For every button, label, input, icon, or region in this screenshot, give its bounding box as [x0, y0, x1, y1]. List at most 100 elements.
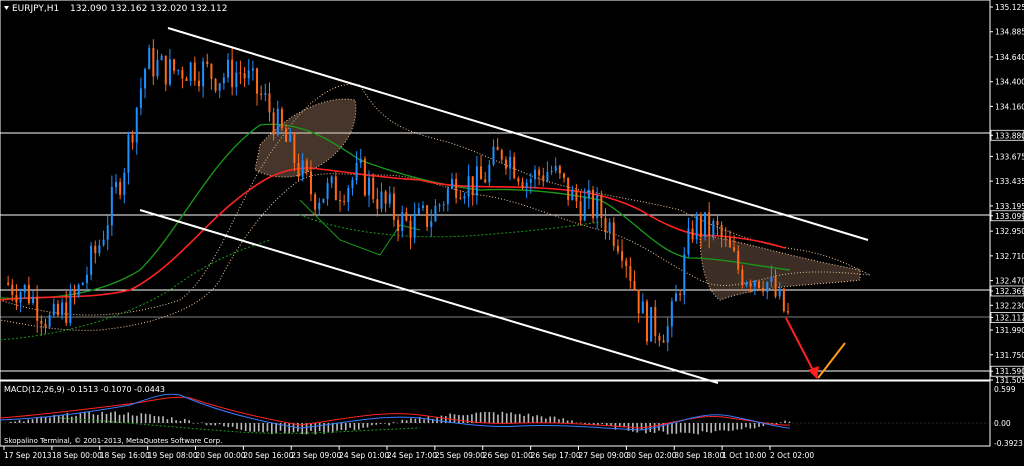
candle [455, 173, 457, 204]
macd-bar [541, 416, 543, 423]
macd-bar [275, 423, 277, 433]
price-tick-label: 132.369 [995, 287, 1024, 296]
macd-bar [32, 419, 34, 423]
candle [235, 61, 237, 95]
price-tick: 134.885 [990, 28, 1024, 37]
candle [24, 284, 26, 298]
candle [7, 276, 9, 286]
macd-bar [267, 423, 269, 431]
projection-up-arrow [818, 343, 845, 378]
candle [555, 157, 557, 173]
candle [650, 307, 652, 342]
macd-bar [49, 417, 51, 423]
time-tick: 17 Sep 2013 [4, 446, 52, 460]
dropdown-arrow-icon[interactable] [4, 6, 9, 10]
candle [787, 303, 789, 315]
macd-bar [236, 423, 238, 429]
price-tick-label: 131.990 [995, 326, 1024, 335]
candle [107, 216, 109, 250]
candle [600, 191, 602, 228]
time-axis[interactable]: 17 Sep 201318 Sep 00:0018 Sep 16:0019 Se… [4, 446, 814, 460]
candle [268, 82, 270, 121]
candle [44, 319, 46, 334]
macd-bar [93, 414, 95, 423]
candle [322, 199, 324, 204]
candle [227, 53, 229, 82]
candle [376, 188, 378, 217]
macd-bar [58, 415, 60, 423]
macd-bar [262, 423, 264, 432]
price-tick-label: 133.195 [995, 202, 1024, 211]
candle [86, 266, 88, 290]
macd-bar [375, 423, 377, 425]
candle [443, 201, 445, 211]
price-tick: 134.640 [990, 53, 1024, 62]
macd-panel: MACD(12,26,9) -0.1513 -0.1070 -0.0443 0.… [0, 385, 1023, 448]
macd-bar [19, 420, 21, 423]
candle [165, 55, 167, 91]
macd-bar [184, 419, 186, 423]
price-tick-label: 134.640 [995, 53, 1024, 62]
candle [69, 284, 71, 326]
macd-bar [715, 423, 717, 431]
candle [459, 190, 461, 200]
candle [729, 230, 731, 247]
macd-bar [697, 423, 699, 434]
macd-bar [454, 414, 456, 423]
macd-bar [489, 412, 491, 423]
candle [716, 214, 718, 235]
candle [463, 193, 465, 204]
macd-bar [210, 423, 212, 425]
candle [264, 84, 266, 102]
macd-bar [71, 417, 73, 423]
macd-bar [271, 423, 273, 434]
candle [439, 203, 441, 212]
price-tick-label: 135.125 [995, 3, 1024, 12]
candle [397, 215, 399, 241]
candle [567, 178, 569, 206]
macd-bar [97, 415, 99, 423]
macd-bar [723, 423, 725, 430]
chart-canvas[interactable]: EURJPY,H1 132.090 132.162 132.020 132.11… [0, 0, 1024, 462]
candle [90, 242, 92, 280]
macd-tick-top: 0.599 [994, 385, 1016, 394]
candle [621, 239, 623, 268]
time-tick-label: 2 Oct 02:00 [770, 451, 814, 460]
candle [360, 149, 362, 168]
price-axis[interactable]: 135.125134.885134.640134.400134.160133.8… [990, 3, 1024, 385]
macd-bar [193, 423, 195, 424]
projection-arrows [786, 318, 845, 379]
candle [277, 101, 279, 137]
candle [517, 176, 519, 185]
price-tick-label: 133.675 [995, 152, 1024, 161]
candle [472, 176, 474, 205]
macd-bar [162, 416, 164, 423]
time-tick-label: 27 Sep 09:00 [579, 451, 629, 460]
macd-bar [736, 423, 738, 429]
trading-chart[interactable]: EURJPY,H1 132.090 132.162 132.020 132.11… [0, 0, 1024, 462]
candle [546, 161, 548, 182]
time-tick: 25 Sep 09:00 [435, 446, 485, 460]
macd-bar [354, 423, 356, 430]
macd-bar [371, 423, 373, 425]
macd-bar [167, 419, 169, 423]
price-tick-label: 132.950 [995, 227, 1024, 236]
candle [194, 57, 196, 86]
price-tick-label: 134.885 [995, 28, 1024, 37]
macd-bar [423, 419, 425, 423]
candle [422, 201, 424, 211]
ma-red-line [0, 168, 785, 300]
candle [156, 49, 158, 79]
candle [169, 49, 171, 86]
candle [252, 61, 254, 81]
macd-bar [549, 417, 551, 423]
candle [215, 78, 217, 93]
candle [476, 156, 478, 205]
time-tick-label: 26 Sep 01:00 [483, 451, 533, 460]
candle [28, 277, 30, 305]
macd-dashed-green [60, 418, 420, 433]
macd-bar [288, 423, 290, 433]
candle [675, 285, 677, 302]
candle [497, 138, 499, 150]
macd-bar [745, 423, 747, 427]
